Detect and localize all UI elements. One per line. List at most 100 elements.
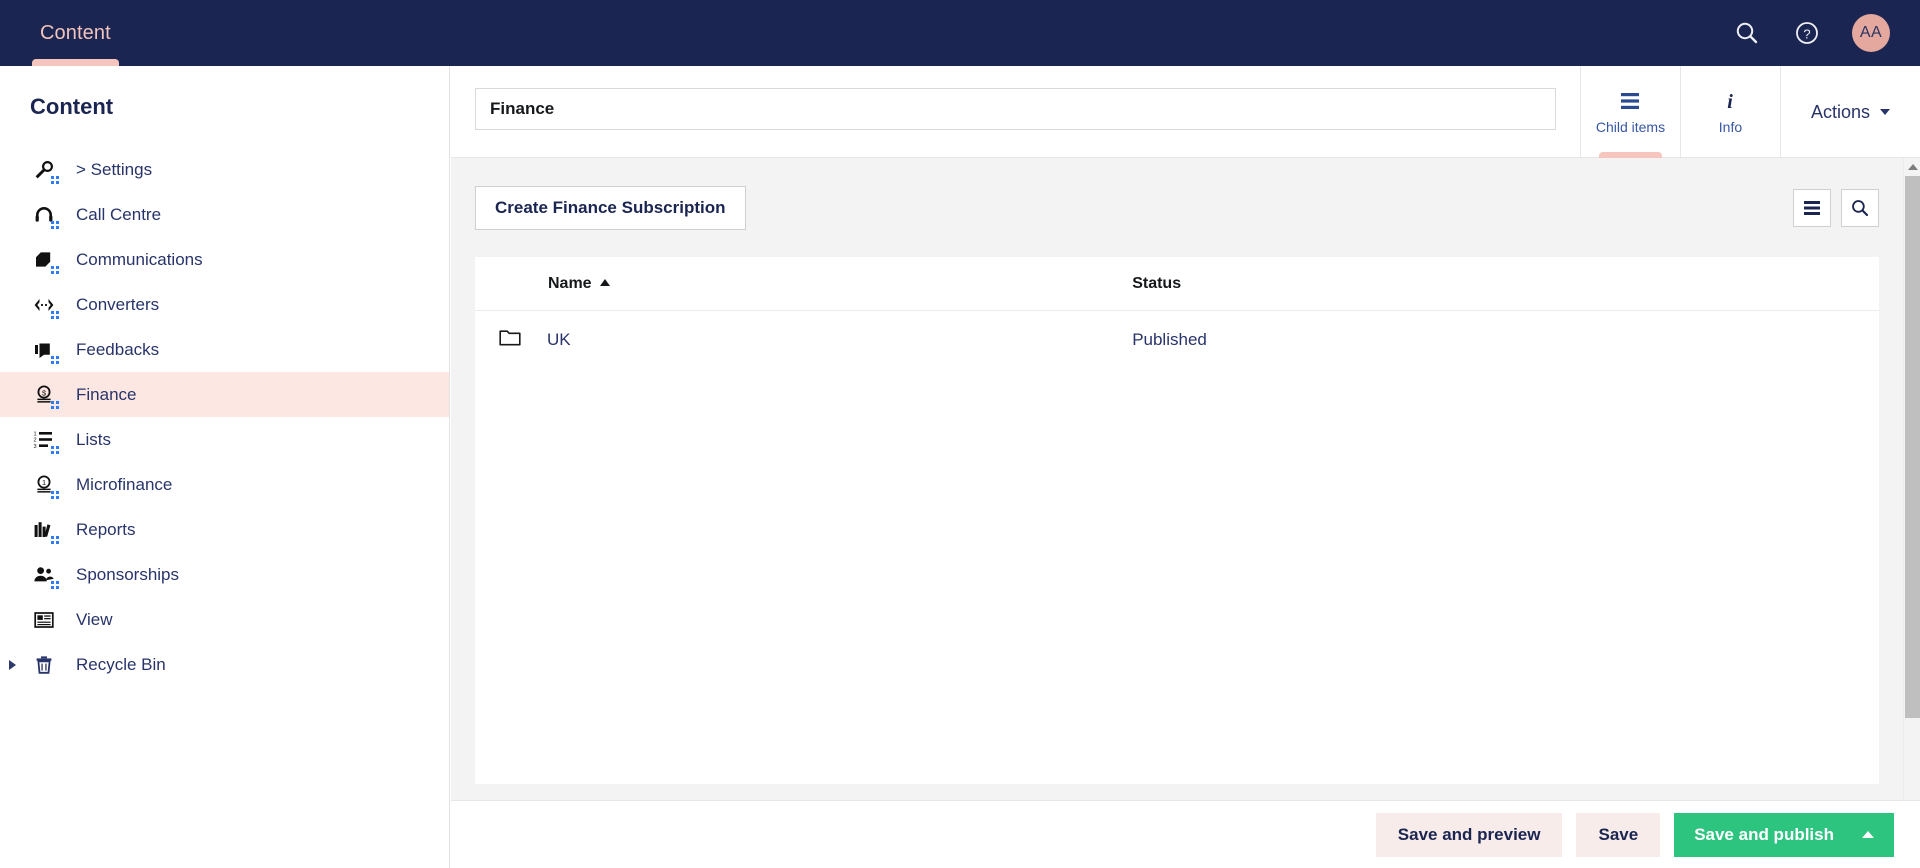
folder-icon [499, 328, 521, 352]
save-and-publish-button[interactable]: Save and publish [1674, 812, 1894, 857]
child-items-panel: Create Finance Subscription Name Status … [451, 158, 1903, 868]
sidebar-item-reports[interactable]: Reports [0, 507, 449, 552]
editor-footer: Save and preview Save Save and publish [451, 800, 1920, 868]
svg-text:2: 2 [34, 437, 37, 443]
header-tab-active-indicator [32, 59, 119, 66]
sidebar-item-label: Feedbacks [76, 339, 160, 359]
sidebar-item-call-centre[interactable]: Call Centre [0, 192, 449, 237]
sidebar-item-sponsorships[interactable]: Sponsorships [0, 552, 449, 597]
chevron-right-icon[interactable] [9, 659, 16, 670]
table-row[interactable]: UK Published [475, 311, 1879, 370]
search-icon[interactable] [1732, 18, 1762, 48]
document-view-icon [30, 606, 58, 634]
people-icon [30, 561, 60, 590]
sidebar-item-communications[interactable]: Communications [0, 237, 449, 282]
sidebar-item-finance[interactable]: $ Finance [0, 372, 449, 417]
sidebar-item-settings[interactable]: > Settings [0, 147, 449, 192]
header-tab-content[interactable]: Content [26, 0, 125, 66]
sidebar-item-label: Finance [76, 384, 137, 404]
wrench-icon [30, 156, 60, 185]
save-and-preview-button[interactable]: Save and preview [1375, 812, 1563, 857]
icon-dots [51, 175, 60, 185]
icon-dots [51, 265, 60, 275]
sidebar-item-converters[interactable]: Converters [0, 282, 449, 327]
icon-dots [51, 445, 60, 455]
sidebar-item-view[interactable]: View [0, 597, 449, 642]
sidebar-item-microfinance[interactable]: 1 Microfinance [0, 462, 449, 507]
trash-icon [30, 651, 58, 679]
table-body: UK Published [475, 311, 1879, 370]
editor-body: Create Finance Subscription Name Status … [451, 158, 1920, 868]
table-header-row: Name Status [475, 257, 1879, 311]
toolbar-right-group [1793, 189, 1879, 227]
svg-text:?: ? [1803, 26, 1810, 41]
coins-one-icon: 1 [30, 471, 60, 500]
row-name-text[interactable]: UK [547, 330, 571, 350]
name-field-container [451, 66, 1580, 130]
sort-ascending-icon [599, 279, 610, 286]
sidebar: Content > Settings Call Centre Communica… [0, 66, 450, 868]
list-view-icon[interactable] [1793, 189, 1831, 227]
coins-dollar-icon: $ [30, 381, 60, 410]
scrollbar-thumb[interactable] [1905, 176, 1920, 718]
app-header: Content ? AA [0, 0, 1920, 66]
megaphone-icon [30, 246, 60, 275]
icon-dots [51, 490, 60, 500]
avatar[interactable]: AA [1852, 14, 1890, 52]
tab-label: Child items [1595, 118, 1666, 135]
cell-status: Published [1132, 330, 1207, 349]
sidebar-item-label: Call Centre [76, 204, 162, 224]
svg-text:i: i [1728, 91, 1734, 112]
search-icon[interactable] [1841, 189, 1879, 227]
sidebar-item-feedbacks[interactable]: Feedbacks [0, 327, 449, 372]
name-input[interactable] [475, 88, 1556, 130]
chevron-down-icon [1880, 109, 1890, 115]
tab-info[interactable]: i Info [1679, 66, 1780, 158]
header-actions: ? AA [1732, 14, 1920, 52]
scroll-up-icon[interactable] [1904, 158, 1920, 175]
column-header-label: Status [1132, 275, 1182, 292]
editor-header: Child items i Info Actions [451, 66, 1920, 158]
sidebar-item-label: Converters [76, 294, 160, 314]
bar-chart-icon [30, 516, 59, 544]
content-scrollbar[interactable] [1903, 158, 1920, 868]
save-and-publish-label: Save and publish [1694, 824, 1834, 844]
sidebar-item-label: Reports [76, 519, 136, 539]
sidebar-title: Content [30, 94, 114, 119]
child-items-table-card: Name Status UK Published [475, 257, 1879, 784]
column-header-name[interactable]: Name [475, 257, 1133, 311]
header-tab-label: Content [40, 21, 111, 44]
svg-text:$: $ [42, 388, 46, 397]
numbered-list-icon: 123 [30, 426, 60, 455]
sidebar-item-label: > Settings [76, 159, 153, 179]
editor-tabs: Child items i Info [1579, 66, 1780, 158]
save-button[interactable]: Save [1576, 812, 1661, 857]
help-circle-icon[interactable]: ? [1792, 18, 1822, 48]
sidebar-item-label: Communications [76, 249, 203, 269]
sidebar-item-label: Sponsorships [76, 564, 180, 584]
icon-dots [51, 355, 60, 365]
chevron-up-icon[interactable] [1862, 831, 1874, 838]
icon-dots [51, 310, 60, 320]
sidebar-item-lists[interactable]: 123 Lists [0, 417, 449, 462]
icon-dots [51, 580, 60, 590]
svg-text:1: 1 [34, 431, 37, 437]
create-finance-subscription-button[interactable]: Create Finance Subscription [475, 186, 746, 230]
column-header-label: Name [548, 275, 592, 292]
actions-menu-button[interactable]: Actions [1779, 66, 1920, 158]
actions-label: Actions [1810, 101, 1870, 122]
tab-label: Info [1718, 118, 1743, 135]
sidebar-item-label: Microfinance [76, 474, 173, 494]
cell-name: UK [475, 311, 1132, 370]
column-header-status[interactable]: Status [1132, 257, 1879, 311]
child-items-toolbar: Create Finance Subscription [451, 186, 1903, 230]
tab-child-items[interactable]: Child items [1579, 66, 1680, 158]
icon-dots [51, 220, 60, 230]
list-lines-icon [1619, 90, 1641, 112]
icon-dots [51, 400, 60, 410]
sidebar-nav: > Settings Call Centre Communications Co… [0, 147, 449, 687]
code-arrows-icon [30, 291, 60, 320]
table-head: Name Status [475, 257, 1879, 311]
sidebar-item-label: Recycle Bin [76, 654, 166, 674]
sidebar-item-recycle-bin[interactable]: Recycle Bin [0, 642, 449, 687]
